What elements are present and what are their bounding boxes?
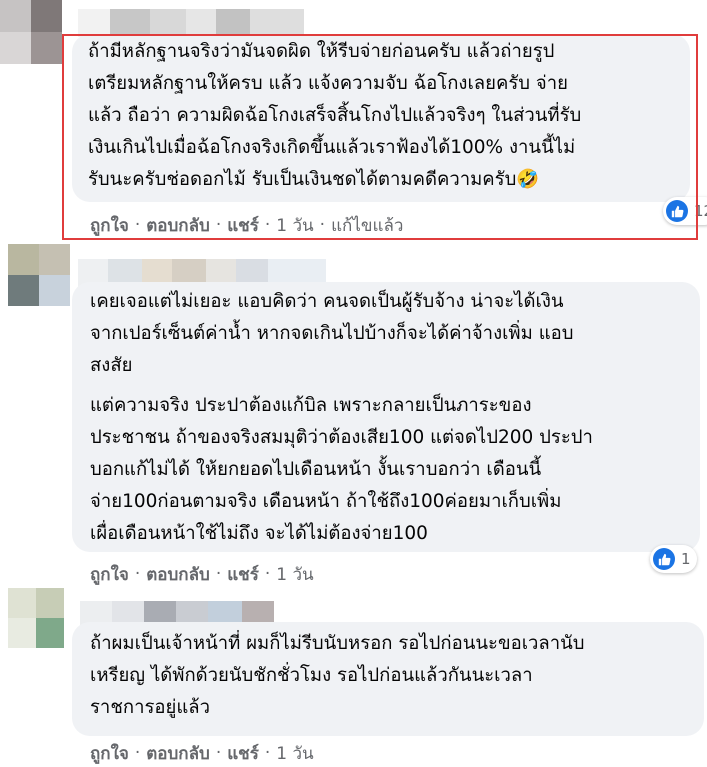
rofl-emoji: 🤣 [516, 169, 540, 190]
comment-text-continued: แต่ความจริง ประปาต้องแก้บิล เพราะกลายเป็… [90, 395, 593, 544]
comment-actions: ถูกใจ · ตอบกลับ · แชร์ · 1 วัน [90, 740, 314, 766]
like-link[interactable]: ถูกใจ [90, 740, 129, 767]
comment-text: ถ้ามีหลักฐานจริงว่ามันจดผิด ให้รีบจ่ายก่… [88, 41, 582, 190]
avatar[interactable] [8, 244, 70, 306]
reply-link[interactable]: ตอบกลับ [146, 561, 210, 588]
comment-text: ถ้าผมเป็นเจ้าหน้าที่ ผมก็ไม่รีบนับหรอก ร… [90, 633, 585, 718]
share-link[interactable]: แชร์ [227, 561, 259, 588]
like-thumbs-up-icon [653, 548, 675, 570]
reaction-number: 12 [694, 202, 707, 220]
reaction-count[interactable]: 1 [650, 545, 697, 573]
timestamp[interactable]: 1 วัน [276, 212, 313, 239]
avatar[interactable] [0, 0, 62, 64]
timestamp[interactable]: 1 วัน [276, 740, 313, 767]
avatar[interactable] [8, 588, 64, 648]
commenter-name-redacted[interactable] [78, 9, 304, 37]
timestamp[interactable]: 1 วัน [276, 561, 313, 588]
edited-label: แก้ไขแล้ว [331, 215, 404, 236]
comment-actions: ถูกใจ · ตอบกลับ · แชร์ · 1 วัน · แก้ไขแล… [90, 212, 403, 238]
like-link[interactable]: ถูกใจ [90, 212, 129, 239]
reaction-count[interactable]: 12 [663, 197, 707, 225]
share-link[interactable]: แชร์ [227, 740, 259, 767]
reply-link[interactable]: ตอบกลับ [146, 740, 210, 767]
share-link[interactable]: แชร์ [227, 212, 259, 239]
comment-text: เคยเจอแต่ไม่เยอะ แอบคิดว่า คนจดเป็นผู้รั… [90, 291, 574, 376]
reaction-number: 1 [681, 550, 691, 568]
comment-actions: ถูกใจ · ตอบกลับ · แชร์ · 1 วัน [90, 561, 314, 587]
like-thumbs-up-icon [666, 200, 688, 222]
like-link[interactable]: ถูกใจ [90, 561, 129, 588]
reply-link[interactable]: ตอบกลับ [146, 212, 210, 239]
